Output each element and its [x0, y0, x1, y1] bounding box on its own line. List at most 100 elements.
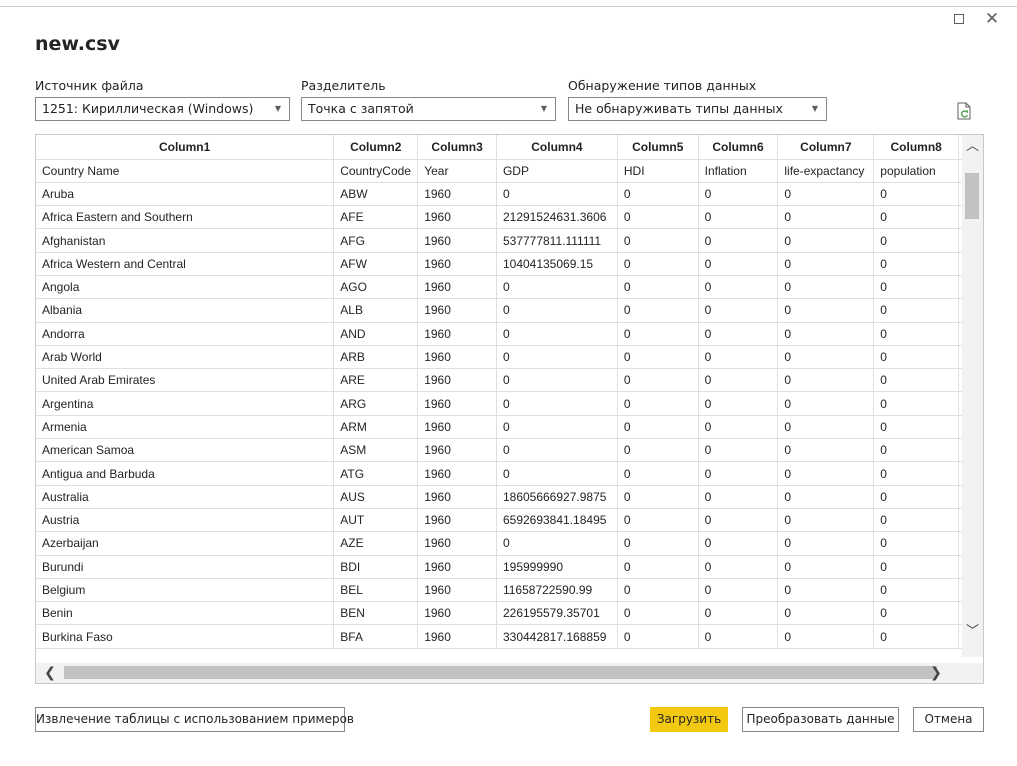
chevron-right-icon[interactable]: ❯	[926, 663, 946, 683]
close-button[interactable]: ✕	[981, 8, 1003, 30]
table-cell[interactable]: 0	[698, 601, 779, 626]
table-cell[interactable]: 0	[777, 368, 875, 393]
table-cell[interactable]: 1960	[417, 252, 497, 276]
table-cell[interactable]: 0	[777, 298, 875, 323]
table-cell[interactable]: AFE	[333, 205, 419, 230]
table-cell[interactable]: 0	[617, 438, 699, 463]
table-cell[interactable]: Angola	[36, 275, 335, 300]
table-cell[interactable]: BEN	[333, 601, 419, 626]
table-cell[interactable]: 0	[496, 345, 618, 370]
table-cell[interactable]: Azerbaijan	[36, 531, 335, 556]
table-cell[interactable]: BDI	[333, 555, 419, 579]
table-cell[interactable]: 195999990	[496, 555, 618, 579]
table-cell[interactable]: Australia	[36, 485, 335, 509]
table-cell[interactable]: 0	[873, 322, 960, 346]
table-cell[interactable]: 0	[496, 275, 618, 300]
column-header-4[interactable]: Column4	[496, 135, 618, 160]
file-origin-dropdown[interactable]: 1251: Кириллическая (Windows) ▼	[35, 97, 290, 121]
table-cell[interactable]: 0	[617, 275, 699, 300]
table-cell[interactable]: 0	[617, 298, 699, 323]
table-cell[interactable]: Armenia	[36, 415, 335, 440]
table-cell[interactable]: 1960	[417, 415, 497, 440]
table-cell[interactable]: 0	[873, 298, 960, 323]
table-cell[interactable]: AND	[333, 322, 419, 346]
table-cell[interactable]: 0	[873, 485, 960, 509]
table-cell[interactable]: 0	[698, 508, 779, 533]
table-cell[interactable]: 0	[496, 391, 618, 416]
table-cell[interactable]: 0	[873, 438, 960, 463]
column-header-5[interactable]: Column5	[617, 135, 699, 160]
table-cell[interactable]: 0	[698, 368, 779, 393]
table-cell[interactable]: 0	[777, 578, 875, 603]
table-cell[interactable]: Burkina Faso	[36, 624, 335, 649]
table-cell[interactable]: 537777811.111111	[496, 228, 618, 253]
table-cell[interactable]: BFA	[333, 624, 419, 649]
table-cell[interactable]: 0	[496, 322, 618, 346]
table-cell[interactable]: 0	[496, 531, 618, 556]
table-cell[interactable]: 0	[777, 182, 875, 207]
table-cell[interactable]: 0	[873, 601, 960, 626]
table-cell[interactable]: 0	[617, 205, 699, 230]
table-cell[interactable]: 0	[777, 438, 875, 463]
table-cell[interactable]: Inflation	[698, 159, 779, 183]
table-cell[interactable]: 0	[496, 438, 618, 463]
table-cell[interactable]: Benin	[36, 601, 335, 626]
table-cell[interactable]: Country Name	[36, 159, 335, 183]
table-cell[interactable]: 1960	[417, 205, 497, 230]
maximize-button[interactable]	[948, 8, 970, 30]
table-cell[interactable]: 0	[617, 555, 699, 579]
table-cell[interactable]: 0	[873, 555, 960, 579]
table-cell[interactable]: 21291524631.3606	[496, 205, 618, 230]
horizontal-scrollbar[interactable]: ❮ ❯	[36, 663, 962, 683]
table-cell[interactable]: 0	[698, 415, 779, 440]
table-cell[interactable]: 1960	[417, 391, 497, 416]
table-cell[interactable]: AUT	[333, 508, 419, 533]
table-cell[interactable]: 0	[873, 531, 960, 556]
table-cell[interactable]: 6592693841.18495	[496, 508, 618, 533]
cancel-button[interactable]: Отмена	[913, 707, 984, 732]
table-cell[interactable]: 0	[617, 461, 699, 486]
table-cell[interactable]: 0	[777, 345, 875, 370]
table-cell[interactable]: 0	[873, 415, 960, 440]
table-cell[interactable]: 0	[617, 578, 699, 603]
table-cell[interactable]: 0	[496, 368, 618, 393]
table-cell[interactable]: 0	[777, 252, 875, 276]
table-cell[interactable]: 0	[873, 368, 960, 393]
table-cell[interactable]: 0	[617, 228, 699, 253]
table-cell[interactable]: 1960	[417, 578, 497, 603]
table-cell[interactable]: 0	[617, 182, 699, 207]
table-cell[interactable]: 0	[698, 322, 779, 346]
table-cell[interactable]: 0	[496, 415, 618, 440]
table-cell[interactable]: Aruba	[36, 182, 335, 207]
table-cell[interactable]: 0	[777, 485, 875, 509]
table-cell[interactable]: 1960	[417, 368, 497, 393]
column-header-6[interactable]: Column6	[698, 135, 779, 160]
table-cell[interactable]: 0	[698, 461, 779, 486]
table-cell[interactable]: 1960	[417, 461, 497, 486]
table-cell[interactable]: 1960	[417, 298, 497, 323]
transform-data-button[interactable]: Преобразовать данные	[742, 707, 899, 732]
refresh-file-icon[interactable]	[956, 102, 972, 120]
table-cell[interactable]: 1960	[417, 624, 497, 649]
table-cell[interactable]: AFG	[333, 228, 419, 253]
table-cell[interactable]: Belgium	[36, 578, 335, 603]
vertical-scrollbar[interactable]: ︿ ﹀	[962, 135, 983, 657]
table-cell[interactable]: 0	[873, 578, 960, 603]
table-cell[interactable]: ABW	[333, 182, 419, 207]
table-cell[interactable]: 1960	[417, 508, 497, 533]
table-cell[interactable]: 0	[777, 228, 875, 253]
table-cell[interactable]: American Samoa	[36, 438, 335, 463]
table-cell[interactable]: 0	[698, 252, 779, 276]
table-cell[interactable]: 10404135069.15	[496, 252, 618, 276]
table-cell[interactable]: 1960	[417, 182, 497, 207]
table-cell[interactable]: 1960	[417, 275, 497, 300]
table-cell[interactable]: 0	[777, 531, 875, 556]
table-cell[interactable]: 1960	[417, 322, 497, 346]
table-cell[interactable]: 0	[698, 345, 779, 370]
table-cell[interactable]: HDI	[617, 159, 699, 183]
vertical-scroll-thumb[interactable]	[965, 173, 979, 219]
table-cell[interactable]: 0	[873, 345, 960, 370]
table-cell[interactable]: Arab World	[36, 345, 335, 370]
table-cell[interactable]: life-expactancy	[777, 159, 875, 183]
table-cell[interactable]: ATG	[333, 461, 419, 486]
